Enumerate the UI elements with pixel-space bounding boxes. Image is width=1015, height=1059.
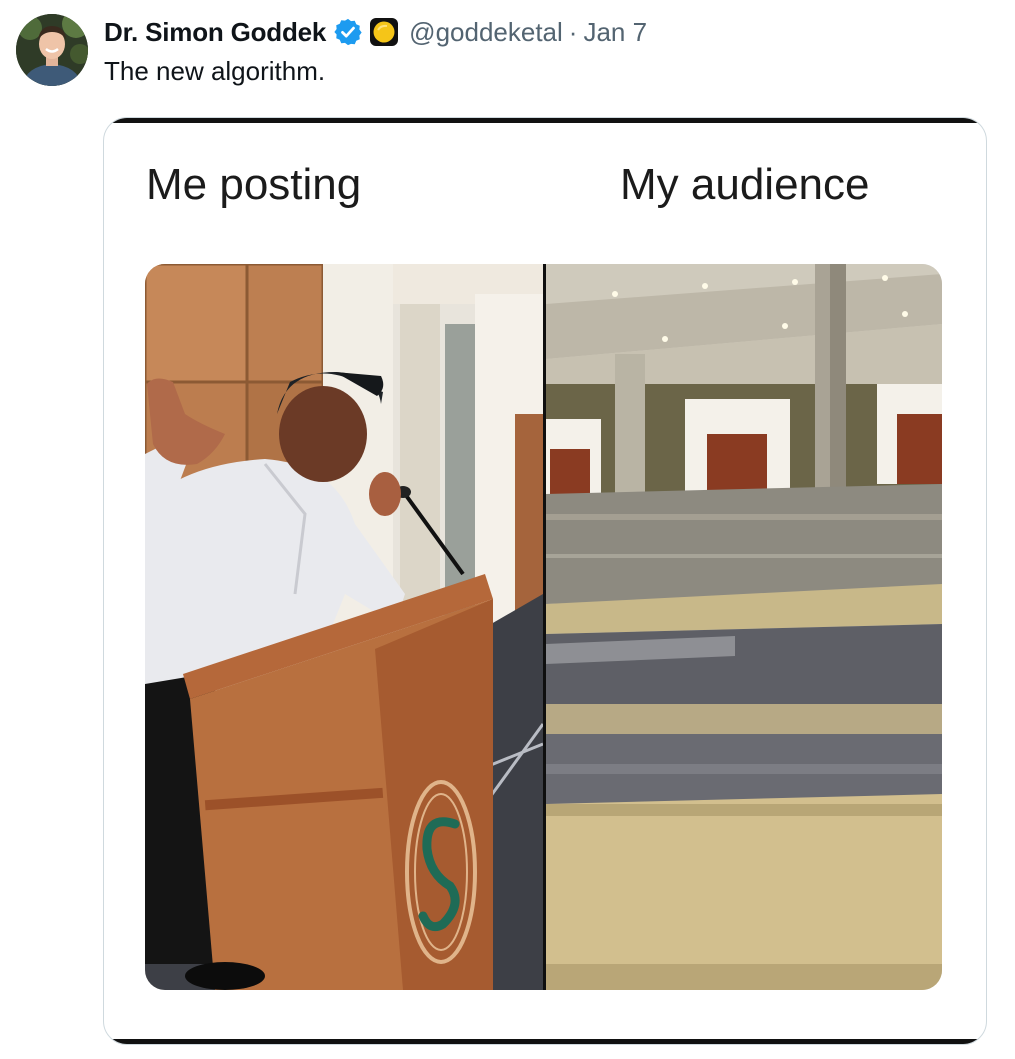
author-name[interactable]: Dr. Simon Goddek [104, 17, 326, 48]
header-separator: · [568, 16, 578, 47]
meme-photo[interactable] [145, 264, 942, 990]
media-bottom-border [104, 1039, 986, 1044]
media-top-border [104, 118, 986, 123]
panel-divider [543, 264, 546, 990]
avatar-image [16, 14, 88, 86]
tweet-header: Dr. Simon Goddek @goddeketal · Jan 7 [104, 14, 647, 50]
verified-badge-icon[interactable] [333, 17, 363, 47]
affiliation-badge-icon[interactable] [369, 17, 399, 47]
meme-caption-right: My audience [620, 160, 870, 209]
tweet-timestamp[interactable]: Jan 7 [583, 17, 647, 48]
right-panel-empty-hall [546, 264, 942, 990]
meme-photo-illustration [145, 264, 942, 990]
left-panel-speaker [145, 264, 545, 990]
tweet-text: The new algorithm. [104, 56, 326, 86]
avatar[interactable] [16, 14, 88, 86]
author-handle[interactable]: @goddeketal [409, 17, 563, 48]
meme-caption-left: Me posting [146, 160, 362, 209]
